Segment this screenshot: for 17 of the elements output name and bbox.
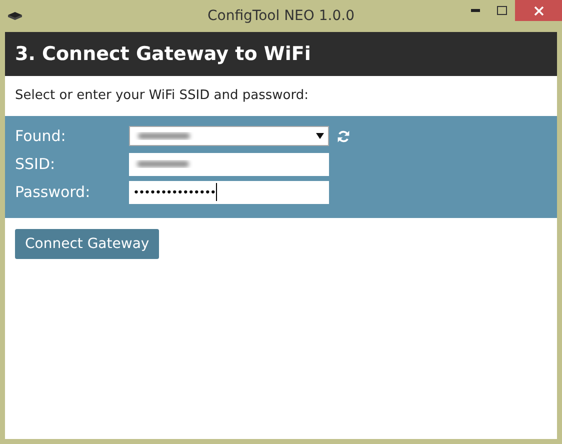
app-icon xyxy=(7,11,23,21)
close-button[interactable] xyxy=(515,0,562,21)
network-dropdown[interactable] xyxy=(129,126,329,146)
field-label: Password: xyxy=(15,182,92,203)
field-label: Found: xyxy=(15,126,67,147)
ssid-field[interactable] xyxy=(129,152,329,176)
dropdown-arrow-icon xyxy=(316,133,324,139)
window-title: ConfigTool NEO 1.0.0 xyxy=(208,6,354,26)
password-field[interactable]: ••••••••••••••• xyxy=(129,180,329,204)
refresh-icon[interactable] xyxy=(337,130,350,142)
page-title: 3. Connect Gateway to WiFi xyxy=(15,42,311,67)
connect-button[interactable]: Connect Gateway xyxy=(15,229,160,259)
instructions-text: Select or enter your WiFi SSID and password: xyxy=(15,87,308,106)
field-label: SSID: xyxy=(15,154,56,175)
close-icon xyxy=(534,6,544,16)
minimize-icon xyxy=(471,8,480,12)
maximize-icon xyxy=(497,6,507,14)
